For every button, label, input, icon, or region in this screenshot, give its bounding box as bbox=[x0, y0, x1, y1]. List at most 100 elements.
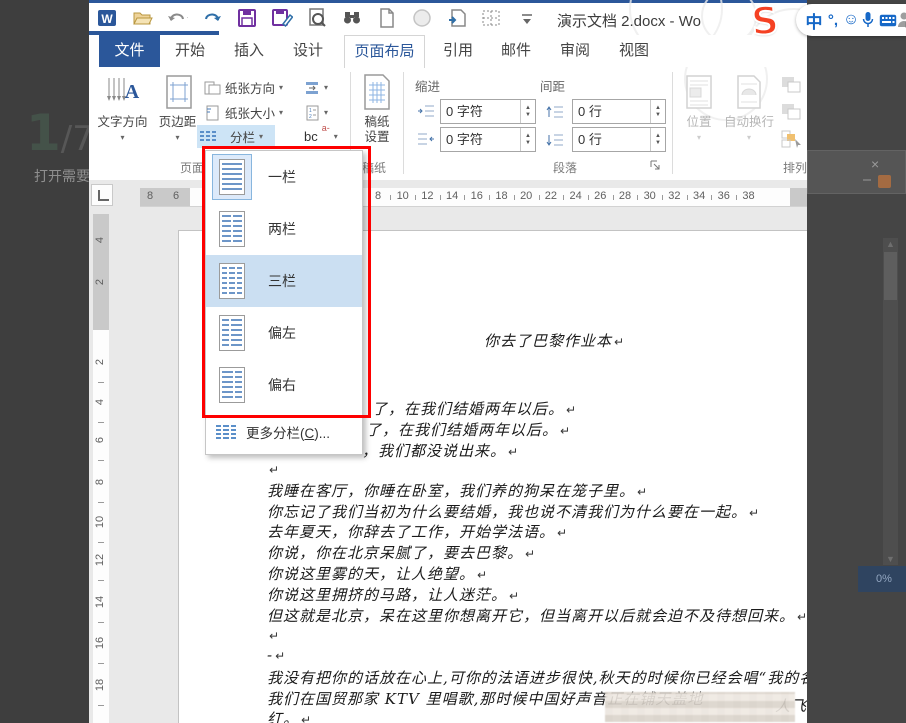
ime-keyboard-icon[interactable] bbox=[878, 4, 898, 36]
wrap-text-icon bbox=[731, 73, 767, 111]
background-page-indicator: 1/7 bbox=[26, 104, 94, 162]
ime-emoji-icon[interactable]: ☺ bbox=[842, 4, 860, 36]
space-before-icon bbox=[546, 103, 564, 119]
tab-文件[interactable]: 文件 bbox=[99, 35, 160, 67]
tab-邮件[interactable]: 邮件 bbox=[495, 35, 537, 66]
ruler-number: 14 bbox=[444, 190, 460, 202]
margins-button[interactable]: 页边距 ▾ bbox=[151, 70, 204, 170]
spinner-arrows[interactable]: ▲▼ bbox=[520, 128, 535, 151]
orientation-button[interactable]: 纸张方向▾ bbox=[201, 76, 286, 99]
record-circle-icon[interactable] bbox=[411, 7, 433, 29]
tab-插入[interactable]: 插入 bbox=[228, 35, 270, 66]
line-numbers-button[interactable]: 12 ▾ bbox=[301, 101, 331, 124]
ime-microphone-icon[interactable] bbox=[860, 4, 876, 36]
space-before-value: 0 行 bbox=[578, 104, 602, 119]
space-before-input[interactable]: 0 行 ▲▼ bbox=[572, 99, 666, 124]
overlay-popup-panel: × bbox=[807, 150, 906, 194]
text-direction-icon: A bbox=[105, 73, 141, 111]
breaks-icon bbox=[304, 80, 320, 96]
paragraph-mark: ↵ bbox=[301, 713, 312, 723]
indent-left-input[interactable]: 0 字符▲▼ bbox=[440, 99, 536, 124]
more-columns-menu-item[interactable]: 更多分栏(C)... bbox=[206, 416, 362, 448]
spinner-arrows[interactable]: ▲▼ bbox=[650, 100, 665, 123]
columns-button[interactable]: 分栏▾ bbox=[197, 125, 275, 148]
document-text-line[interactable]: 你说这里拥挤的马路，让人迷茫。↵ bbox=[267, 584, 520, 605]
document-text-line[interactable]: 你忘记了我们当初为什么要结婚，我也说不清我们为什么要在一起。↵ bbox=[267, 501, 760, 522]
document-text-line[interactable]: 了，在我们结婚两年以后。↵ bbox=[372, 398, 577, 419]
word-window: W 演示文档 2.docx - Wo 文件开始插入设计页面布局引用邮件审阅视图 … bbox=[89, 0, 807, 723]
send-backward-button[interactable] bbox=[777, 100, 807, 123]
indent-right-input[interactable]: 0 字符▲▼ bbox=[440, 127, 536, 152]
selection-pane-button[interactable] bbox=[777, 127, 807, 150]
document-text-line[interactable]: 你说，你在北京呆腻了，要去巴黎。↵ bbox=[267, 542, 536, 563]
ime-user-icon[interactable]: 10 bbox=[897, 4, 906, 36]
document-text-line[interactable]: 去年夏天，你辞去了工作，开始学法语。↵ bbox=[267, 521, 568, 542]
paper-size-button[interactable]: 纸张大小▾ bbox=[201, 101, 286, 124]
paragraph-group-label: 段落 bbox=[553, 159, 577, 176]
customize-qat-icon[interactable] bbox=[516, 7, 538, 29]
paragraph-mark: ↵ bbox=[614, 335, 625, 349]
close-icon[interactable]: × bbox=[871, 157, 879, 171]
text-direction-button[interactable]: A 文字方向 ▾ bbox=[95, 70, 150, 170]
columns-label: 分栏 bbox=[230, 127, 255, 146]
paste-page-icon[interactable] bbox=[446, 7, 468, 29]
find-icon[interactable] bbox=[341, 7, 363, 29]
document-text-line[interactable]: 但这就是北京，呆在这里你想离开它，但当离开以后就会迫不及待想回来。↵ bbox=[267, 605, 807, 626]
hyphenation-button[interactable]: bca- ▾ bbox=[301, 125, 341, 148]
undo-icon[interactable] bbox=[166, 7, 188, 29]
menu-item-label: 更多分栏(C)... bbox=[246, 422, 330, 442]
ime-language-toggle[interactable]: 中 bbox=[804, 4, 824, 36]
tab-页面布局[interactable]: 页面布局 bbox=[344, 35, 425, 68]
wrap-text-label: 自动换行 bbox=[723, 115, 775, 130]
tab-引用[interactable]: 引用 bbox=[437, 35, 479, 66]
save-icon[interactable] bbox=[236, 7, 258, 29]
vertical-ruler[interactable]: 4224681012141618 bbox=[93, 214, 109, 723]
ruler-tick bbox=[98, 460, 104, 461]
save-as-icon[interactable] bbox=[271, 7, 293, 29]
redo-icon[interactable] bbox=[201, 7, 223, 29]
tab-开始[interactable]: 开始 bbox=[169, 35, 211, 66]
svg-text:A: A bbox=[124, 81, 139, 103]
tab-设计[interactable]: 设计 bbox=[287, 35, 329, 66]
tab-stop-selector[interactable] bbox=[91, 184, 113, 206]
sogou-logo-icon[interactable]: S bbox=[740, 0, 791, 44]
breaks-button[interactable]: ▾ bbox=[301, 76, 331, 99]
tab-审阅[interactable]: 审阅 bbox=[554, 35, 596, 66]
space-after-input[interactable]: 0 行▲▼ bbox=[572, 127, 666, 152]
scrollbar-thumb[interactable] bbox=[884, 252, 897, 300]
selection-pane-icon bbox=[780, 129, 806, 149]
tab-视图[interactable]: 视图 bbox=[613, 35, 655, 66]
document-text-line[interactable]: 我睡在客厅，你睡在卧室，我们养的狗呆在笼子里。↵ bbox=[267, 480, 648, 501]
ruler-number: 8 bbox=[94, 475, 108, 489]
wrap-text-button[interactable]: 自动换行 ▾ bbox=[723, 70, 775, 170]
document-text-line[interactable]: 了，在我们结婚两年以后。↵ bbox=[366, 419, 571, 440]
document-text-line[interactable]: 我没有把你的话放在心上,可你的法语进步很快,秋天的时候你已经会唱“我的名字叫伊莲 bbox=[267, 667, 807, 688]
open-folder-icon[interactable] bbox=[131, 7, 153, 29]
ime-punctuation-toggle[interactable]: °, bbox=[824, 4, 842, 36]
document-text-line[interactable]: ↵ bbox=[267, 626, 280, 644]
paragraph-dialog-launcher-icon[interactable] bbox=[650, 160, 662, 172]
paragraph-mark: ↵ bbox=[749, 506, 760, 520]
word-logo-icon[interactable]: W bbox=[96, 7, 118, 29]
ruler-number: 14 bbox=[94, 595, 108, 609]
new-document-icon[interactable] bbox=[376, 7, 398, 29]
table-grid-icon[interactable] bbox=[481, 7, 503, 29]
send-backward-icon bbox=[780, 102, 806, 122]
print-preview-icon[interactable] bbox=[306, 7, 328, 29]
spinner-arrows[interactable]: ▲▼ bbox=[650, 128, 665, 151]
text-direction-label: 文字方向 bbox=[95, 115, 150, 130]
spinner-arrows[interactable]: ▲▼ bbox=[520, 100, 535, 123]
document-text-line[interactable]: -↵ bbox=[267, 646, 286, 664]
ruler-tick bbox=[98, 422, 104, 423]
ime-toolbar: 中 °, ☺ 10 bbox=[796, 4, 906, 36]
bring-forward-button[interactable] bbox=[777, 73, 807, 96]
document-text-line[interactable]: 红。↵ bbox=[267, 708, 312, 723]
document-text-line[interactable]: 你说这里雾的天，让人绝望。↵ bbox=[267, 563, 488, 584]
faint-scrollbar[interactable]: ▲ ▼ bbox=[883, 238, 898, 565]
document-title-line[interactable]: 你去了巴黎作业本↵ bbox=[484, 330, 625, 351]
document-text-line[interactable]: ↵ bbox=[267, 460, 280, 478]
paper-size-label: 纸张大小 bbox=[225, 103, 275, 122]
document-text-line[interactable]: ，我们都没说出来。↵ bbox=[362, 440, 519, 461]
position-button[interactable]: 位置 ▾ bbox=[676, 70, 722, 170]
svg-text:2: 2 bbox=[309, 114, 312, 120]
